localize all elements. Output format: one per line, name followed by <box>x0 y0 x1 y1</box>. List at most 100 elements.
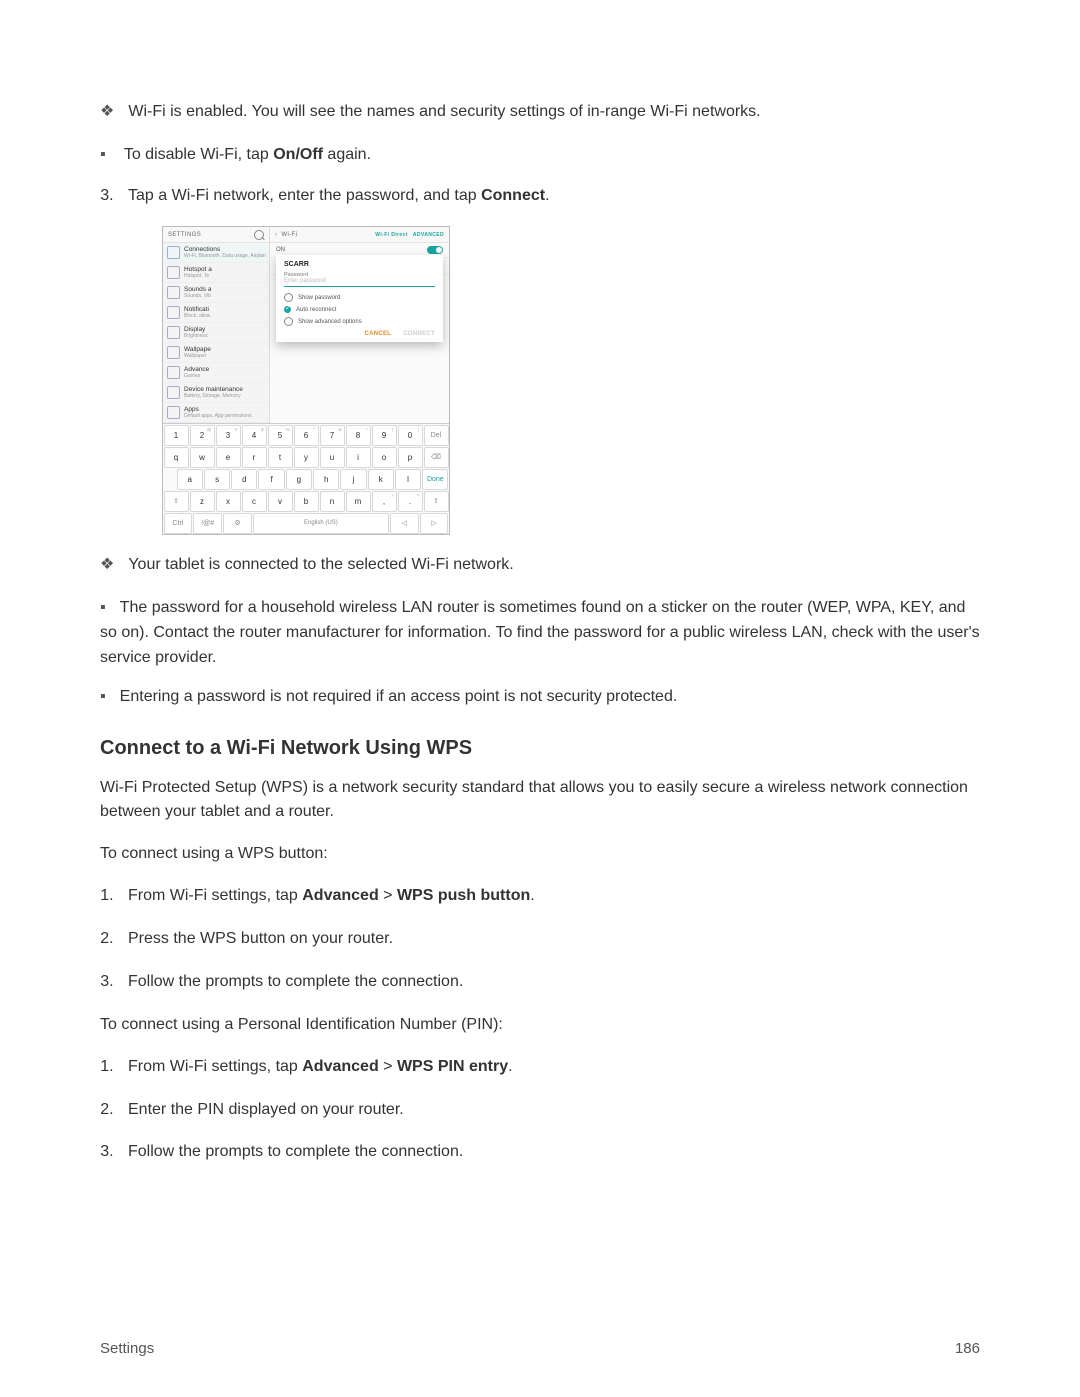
key[interactable]: z <box>190 491 215 512</box>
bullet-notes-list: The password for a household wireless LA… <box>100 596 980 709</box>
key[interactable]: j <box>340 469 366 490</box>
wps-button-step-3: Follow the prompts to complete the conne… <box>118 970 980 995</box>
settings-item[interactable]: Hotspot aHotspot, Te <box>163 263 269 283</box>
key[interactable]: n <box>320 491 345 512</box>
key[interactable]: 0) <box>398 425 423 446</box>
settings-item-subtitle: Block, allow <box>184 313 210 319</box>
key[interactable]: .? <box>398 491 423 512</box>
dialog-actions: CANCEL CONNECT <box>284 330 435 337</box>
text: . <box>508 1058 512 1075</box>
key[interactable]: ⇧ <box>164 491 189 512</box>
key[interactable]: k <box>368 469 394 490</box>
key[interactable]: w <box>190 447 215 468</box>
settings-item-title: Device maintenance <box>184 386 243 393</box>
key[interactable]: h <box>313 469 339 490</box>
advanced-link[interactable]: ADVANCED <box>413 232 444 238</box>
key[interactable]: ⚙ <box>223 513 252 534</box>
page-footer: Settings 186 <box>100 1340 980 1357</box>
key[interactable]: e <box>216 447 241 468</box>
radio-unchecked-icon <box>284 293 293 302</box>
text-bold: On/Off <box>273 146 323 163</box>
keyboard-row-4: ⇧zxcvbnm,!.?⇧ <box>163 490 449 512</box>
key[interactable]: Ctrl <box>164 513 193 534</box>
settings-item[interactable]: AdvanceGames <box>163 363 269 383</box>
wifi-panel: ‹ Wi-Fi Wi-Fi Direct ADVANCED ON SCARR <box>270 227 449 423</box>
show-advanced-option[interactable]: Show advanced options <box>284 317 435 326</box>
key[interactable]: 6^ <box>294 425 319 446</box>
key[interactable]: q <box>164 447 189 468</box>
show-password-option[interactable]: Show password <box>284 293 435 302</box>
settings-item-title: Sounds a <box>184 286 211 293</box>
key[interactable]: b <box>294 491 319 512</box>
settings-item-icon <box>167 346 180 359</box>
key[interactable]: 4$ <box>242 425 267 446</box>
key[interactable]: u <box>320 447 345 468</box>
key[interactable]: ◁ <box>390 513 419 534</box>
key[interactable]: l <box>395 469 421 490</box>
text: > <box>379 887 397 904</box>
key[interactable]: 5% <box>268 425 293 446</box>
password-input[interactable]: Enter password <box>284 278 435 287</box>
key[interactable]: ⌫ <box>424 447 449 468</box>
search-icon[interactable] <box>254 230 264 240</box>
key[interactable]: y <box>294 447 319 468</box>
step-3: Tap a Wi-Fi network, enter the password,… <box>118 184 980 209</box>
key[interactable]: ▷ <box>420 513 449 534</box>
settings-item[interactable]: AppsDefault apps, App permissions <box>163 403 269 423</box>
key[interactable]: s <box>204 469 230 490</box>
key[interactable]: Del <box>424 425 449 446</box>
key[interactable]: p <box>398 447 423 468</box>
settings-item[interactable]: Device maintenanceBattery, Storage, Memo… <box>163 383 269 403</box>
bullet-connected-list: Your tablet is connected to the selected… <box>100 553 980 578</box>
key[interactable]: t <box>268 447 293 468</box>
text: To disable Wi-Fi, tap <box>124 146 273 163</box>
cancel-button[interactable]: CANCEL <box>364 331 391 337</box>
key[interactable]: 3# <box>216 425 241 446</box>
settings-item[interactable]: DisplayBrightness <box>163 323 269 343</box>
key[interactable]: !@# <box>193 513 222 534</box>
wifi-direct-link[interactable]: Wi-Fi Direct <box>375 232 408 238</box>
wps-heading: Connect to a Wi-Fi Network Using WPS <box>100 737 980 760</box>
wps-button-step-2: Press the WPS button on your router. <box>118 927 980 952</box>
key[interactable]: v <box>268 491 293 512</box>
connect-button[interactable]: CONNECT <box>403 331 435 337</box>
back-icon[interactable]: ‹ <box>275 232 277 238</box>
text-bold: Advanced <box>302 1058 378 1075</box>
key[interactable]: g <box>286 469 312 490</box>
wifi-toggle[interactable] <box>427 246 443 254</box>
wps-pin-lead: To connect using a Personal Identificati… <box>100 1013 980 1037</box>
settings-list: ConnectionsWi-Fi, Bluetooth, Data usage,… <box>163 243 269 423</box>
key[interactable]: d <box>231 469 257 490</box>
key[interactable]: 8* <box>346 425 371 446</box>
settings-item-subtitle: Wi-Fi, Bluetooth, Data usage, Airplane m… <box>184 253 266 259</box>
settings-item[interactable]: NotificatiBlock, allow <box>163 303 269 323</box>
key[interactable]: a <box>177 469 203 490</box>
settings-item-icon <box>167 326 180 339</box>
key[interactable]: Done <box>422 469 448 490</box>
key[interactable]: x <box>216 491 241 512</box>
key[interactable]: 9( <box>372 425 397 446</box>
key[interactable]: o <box>372 447 397 468</box>
bullet-wifi-enabled: Wi-Fi is enabled. You will see the names… <box>100 100 980 125</box>
key[interactable]: c <box>242 491 267 512</box>
key[interactable]: ,! <box>372 491 397 512</box>
settings-item[interactable]: WallpapeWallpaper <box>163 343 269 363</box>
key[interactable]: ⇧ <box>424 491 449 512</box>
auto-reconnect-option[interactable]: Auto reconnect <box>284 306 435 313</box>
settings-item[interactable]: ConnectionsWi-Fi, Bluetooth, Data usage,… <box>163 243 269 263</box>
bullet-password-note: The password for a household wireless LA… <box>100 596 980 670</box>
key[interactable]: 2@ <box>190 425 215 446</box>
key[interactable]: m <box>346 491 371 512</box>
settings-item-icon <box>167 386 180 399</box>
text: Entering a password is not required if a… <box>120 688 678 705</box>
key[interactable]: 1 <box>164 425 189 446</box>
key[interactable]: English (US) <box>253 513 389 534</box>
settings-item[interactable]: Sounds aSounds, Vib <box>163 283 269 303</box>
key[interactable]: r <box>242 447 267 468</box>
key[interactable]: f <box>258 469 284 490</box>
settings-item-title: Advance <box>184 366 209 373</box>
key[interactable]: i <box>346 447 371 468</box>
text: Tap a Wi-Fi network, enter the password,… <box>128 187 481 204</box>
key[interactable]: 7& <box>320 425 345 446</box>
settings-item-subtitle: Wallpaper <box>184 353 211 359</box>
